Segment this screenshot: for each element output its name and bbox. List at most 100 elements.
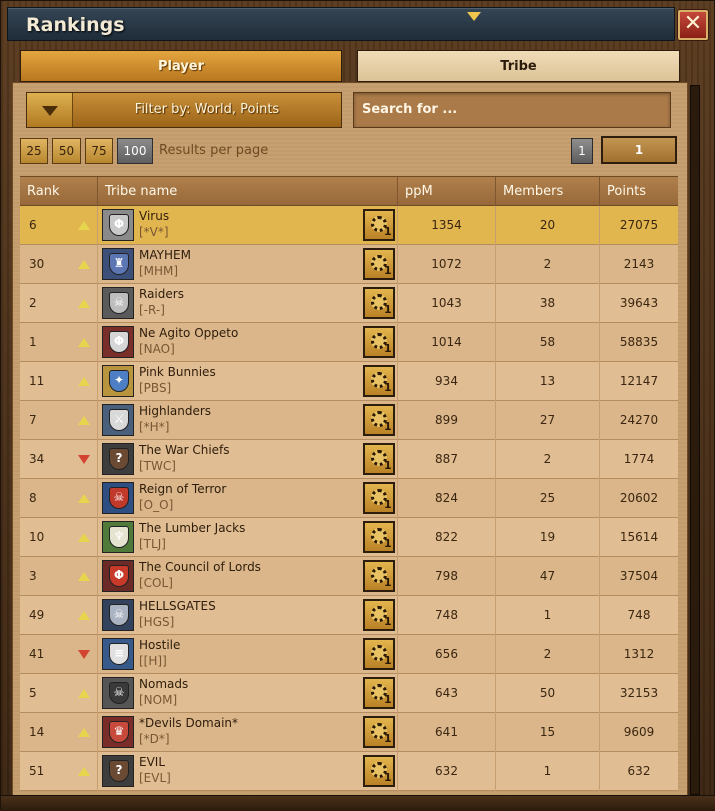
tribe-emblem-icon[interactable]: ? <box>102 755 134 787</box>
col-header-rank[interactable]: Rank <box>20 177 97 207</box>
rank-cell: 8 <box>20 479 97 518</box>
triangle-down-icon <box>78 455 90 464</box>
tribe-tag: [MHM] <box>139 264 179 278</box>
tribe-emblem-icon[interactable]: Φ <box>102 209 134 241</box>
tribe-emblem-icon[interactable]: ♜ <box>102 248 134 280</box>
per-page-label: Results per page <box>159 143 269 158</box>
tribe-name-link[interactable]: Highlanders <box>139 404 211 418</box>
ppm-cell: 1043 <box>397 284 495 323</box>
tribe-emblem-icon[interactable]: ♆ <box>102 521 134 553</box>
scrollbar[interactable] <box>690 85 700 795</box>
tribe-profile-icon[interactable]: 1 <box>363 326 395 358</box>
points-cell: 20602 <box>599 479 678 518</box>
triangle-up-icon <box>78 377 90 386</box>
table-row[interactable]: 2 ☠ Raiders [-R-] 1 1043 38 39643 <box>20 284 678 323</box>
tribe-profile-icon[interactable]: 1 <box>363 287 395 319</box>
tribe-name-link[interactable]: EVIL <box>139 755 165 769</box>
per-page-50-button[interactable]: 50 <box>52 138 81 164</box>
col-header-ppm[interactable]: ppM <box>397 177 495 207</box>
tribe-emblem-icon[interactable]: Φ <box>102 560 134 592</box>
tribe-name-link[interactable]: Reign of Terror <box>139 482 226 496</box>
tribe-profile-icon[interactable]: 1 <box>363 443 395 475</box>
tribe-name-link[interactable]: MAYHEM <box>139 248 191 262</box>
emblem-glyph: ⚔ <box>113 412 125 426</box>
tribe-profile-icon[interactable]: 1 <box>363 716 395 748</box>
tribe-cell: ☠ Reign of Terror [O_O] 1 <box>97 479 397 518</box>
tribe-emblem-icon[interactable]: ☠ <box>102 599 134 631</box>
tribe-name-link[interactable]: Virus <box>139 209 169 223</box>
tribe-emblem-icon[interactable]: Φ <box>102 326 134 358</box>
tribe-tag: [COL] <box>139 576 173 590</box>
table-row[interactable]: 8 ☠ Reign of Terror [O_O] 1 824 25 20602 <box>20 479 678 518</box>
tribe-name-link[interactable]: *Devils Domain* <box>139 716 238 730</box>
tribe-profile-icon[interactable]: 1 <box>363 599 395 631</box>
tribe-emblem-icon[interactable]: ≡ <box>102 638 134 670</box>
points-cell: 24270 <box>599 401 678 440</box>
table-row[interactable]: 30 ♜ MAYHEM [MHM] 1 1072 2 2143 <box>20 245 678 284</box>
table-row[interactable]: 34? The War Chiefs [TWC] 1 887 2 1774 <box>20 440 678 479</box>
table-row[interactable]: 1 Φ Ne Agito Oppeto [NAO] 1 1014 58 58835 <box>20 323 678 362</box>
tab-player[interactable]: Player <box>20 50 342 82</box>
col-header-points[interactable]: Points <box>599 177 678 207</box>
tribe-emblem-icon[interactable]: ✦ <box>102 365 134 397</box>
table-row[interactable]: 51? EVIL [EVL] 1 632 1 632 <box>20 752 678 791</box>
tribe-profile-icon[interactable]: 1 <box>363 755 395 787</box>
tribe-cell: ≡ Hostile [[H]] 1 <box>97 635 397 674</box>
table-row[interactable]: 7 ⚔ Highlanders [*H*] 1 899 27 24270 <box>20 401 678 440</box>
per-page-75-button[interactable]: 75 <box>85 138 113 164</box>
table-row[interactable]: 3 Φ The Council of Lords [COL] 1 798 47 37504 <box>20 557 678 596</box>
sort-desc-icon[interactable] <box>467 12 481 21</box>
search-input[interactable] <box>362 102 662 117</box>
per-page-25-button[interactable]: 25 <box>20 138 48 164</box>
tribe-name-link[interactable]: Raiders <box>139 287 184 301</box>
tab-tribe[interactable]: Tribe <box>357 50 680 82</box>
table-row[interactable]: 10 ♆ The Lumber Jacks [TLJ] 1 822 19 15614 <box>20 518 678 557</box>
tribe-name-link[interactable]: The Lumber Jacks <box>139 521 245 535</box>
page-1-button[interactable]: 1 <box>571 138 593 164</box>
table-row[interactable]: 14 ♛ *Devils Domain* [*D*] 1 641 15 9609 <box>20 713 678 752</box>
table-row[interactable]: 49 ☠ HELLSGATES [HGS] 1 748 1 748 <box>20 596 678 635</box>
table-row[interactable]: 11 ✦ Pink Bunnies [PBS] 1 934 13 12147 <box>20 362 678 401</box>
tribe-emblem-icon[interactable]: ☠ <box>102 482 134 514</box>
ppm-cell: 798 <box>397 557 495 596</box>
tribe-emblem-icon[interactable]: ⚔ <box>102 404 134 436</box>
tribe-profile-icon[interactable]: 1 <box>363 521 395 553</box>
tribe-cell: ☠ Nomads [NOM] 1 <box>97 674 397 713</box>
col-header-members[interactable]: Members <box>495 177 599 207</box>
ppm-cell: 899 <box>397 401 495 440</box>
tribe-name-link[interactable]: Hostile <box>139 638 180 652</box>
table-row[interactable]: 6 Φ Virus [*V*] 1 1354 20 27075 <box>20 206 678 245</box>
tribe-emblem-icon[interactable]: ? <box>102 443 134 475</box>
rank-cell: 1 <box>20 323 97 362</box>
current-page-indicator[interactable]: 1 <box>601 136 677 164</box>
members-cell: 20 <box>495 206 599 245</box>
tribe-profile-icon[interactable]: 1 <box>363 560 395 592</box>
col-header-tribe[interactable]: Tribe name <box>97 177 397 207</box>
tribe-name-link[interactable]: Nomads <box>139 677 188 691</box>
tribe-emblem-icon[interactable]: ♛ <box>102 716 134 748</box>
triangle-up-icon <box>78 416 90 425</box>
tribe-name-link[interactable]: Pink Bunnies <box>139 365 216 379</box>
tribe-profile-icon[interactable]: 1 <box>363 482 395 514</box>
tribe-profile-icon[interactable]: 1 <box>363 209 395 241</box>
table-row[interactable]: 41 ≡ Hostile [[H]] 1 656 2 1312 <box>20 635 678 674</box>
tribe-name-link[interactable]: The Council of Lords <box>139 560 261 574</box>
per-page-100-button[interactable]: 100 <box>117 138 153 164</box>
tribe-emblem-icon[interactable]: ☠ <box>102 677 134 709</box>
search-field[interactable] <box>353 92 671 128</box>
tribe-profile-icon[interactable]: 1 <box>363 365 395 397</box>
tribe-emblem-icon[interactable]: ☠ <box>102 287 134 319</box>
tribe-profile-icon[interactable]: 1 <box>363 404 395 436</box>
tribe-profile-icon[interactable]: 1 <box>363 677 395 709</box>
tribe-cell: ♆ The Lumber Jacks [TLJ] 1 <box>97 518 397 557</box>
tribe-name-link[interactable]: HELLSGATES <box>139 599 216 613</box>
tribe-name-link[interactable]: Ne Agito Oppeto <box>139 326 238 340</box>
members-cell: 1 <box>495 596 599 635</box>
filter-button[interactable]: Filter by: World, Points <box>26 92 342 128</box>
tribe-profile-icon[interactable]: 1 <box>363 248 395 280</box>
triangle-up-icon <box>78 494 90 503</box>
tribe-name-link[interactable]: The War Chiefs <box>139 443 230 457</box>
tribe-profile-icon[interactable]: 1 <box>363 638 395 670</box>
close-button[interactable]: ✕ <box>678 10 708 40</box>
table-row[interactable]: 5 ☠ Nomads [NOM] 1 643 50 32153 <box>20 674 678 713</box>
